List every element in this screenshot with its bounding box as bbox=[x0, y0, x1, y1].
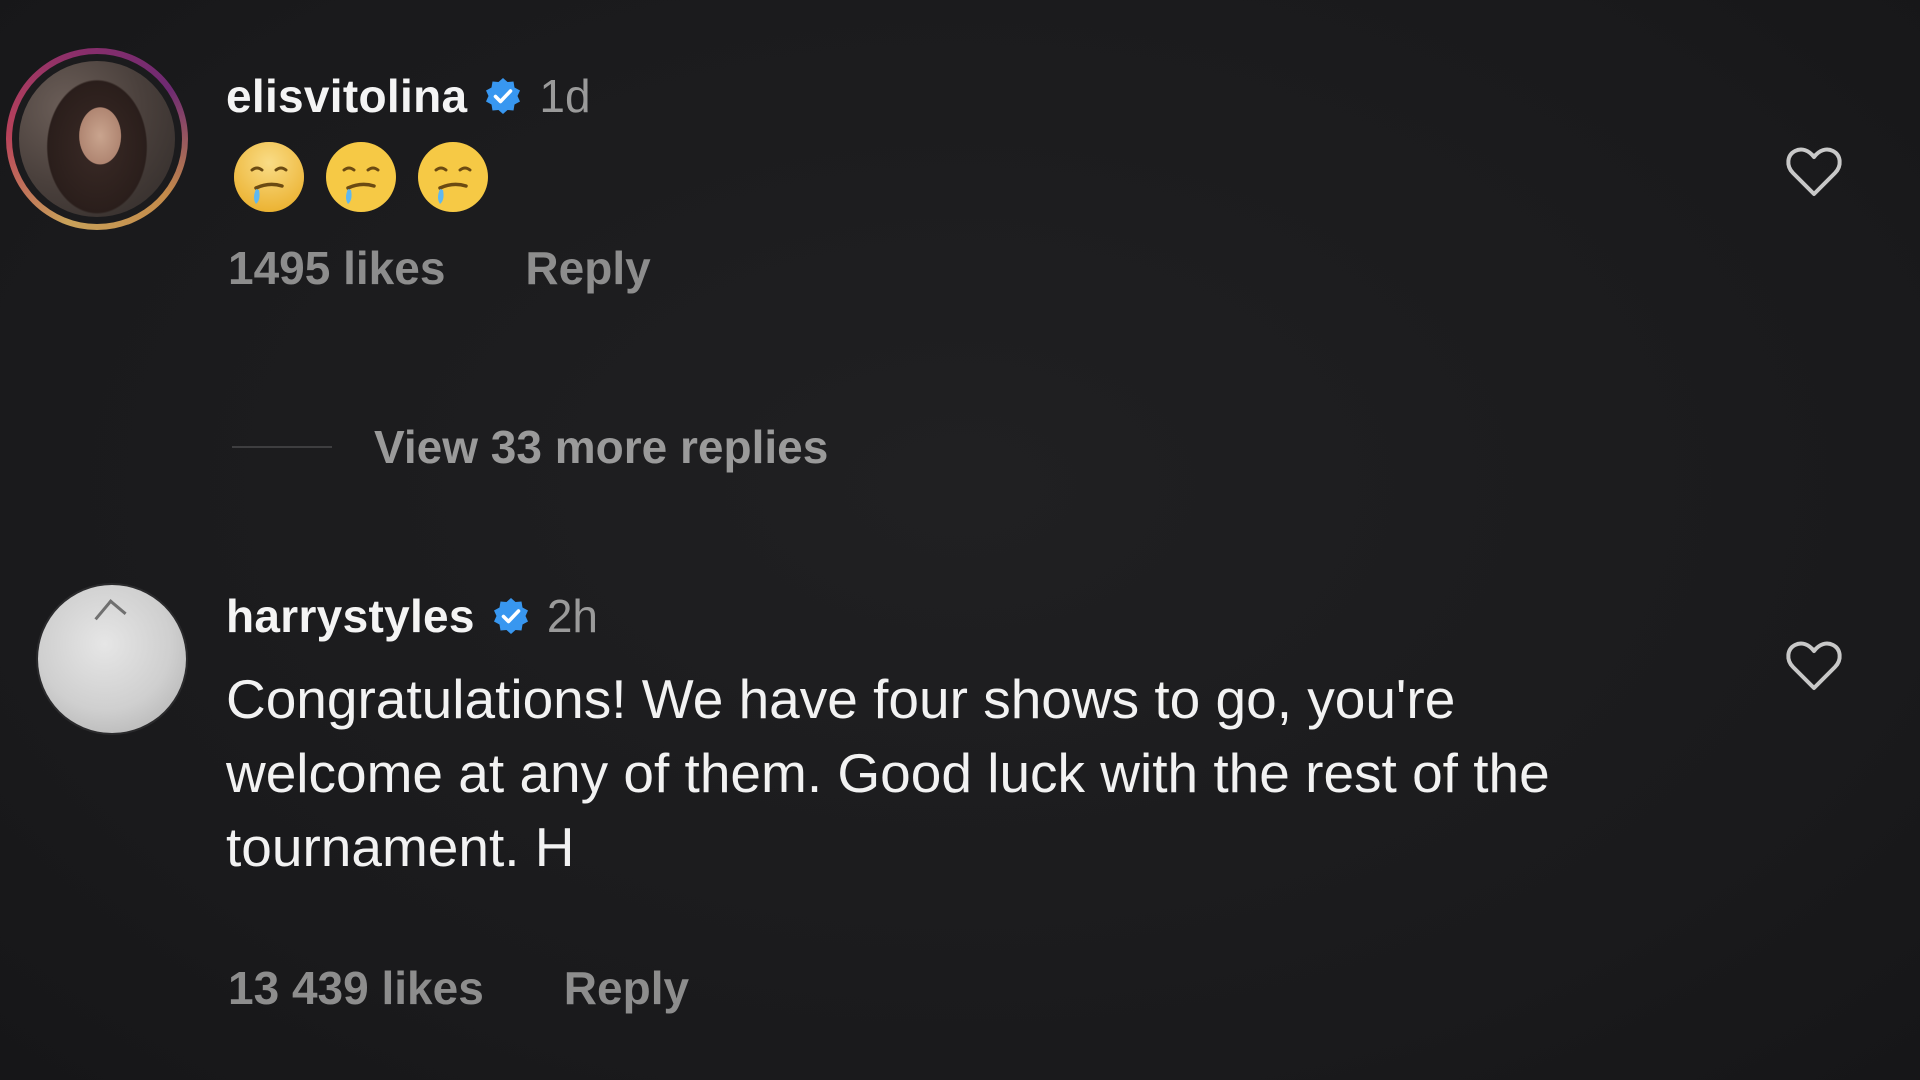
timestamp: 2h bbox=[546, 590, 598, 642]
comment-header: elisvitolina 1d bbox=[226, 66, 591, 126]
username[interactable]: harrystyles bbox=[226, 589, 475, 643]
likes-count[interactable]: 13 439 likes bbox=[228, 961, 484, 1015]
timestamp: 1d bbox=[539, 70, 591, 122]
username[interactable]: elisvitolina bbox=[226, 69, 467, 123]
verified-badge-icon bbox=[493, 598, 528, 634]
reply-button[interactable]: Reply bbox=[525, 241, 650, 295]
divider-line bbox=[232, 446, 332, 448]
comment-meta: 1495 likes Reply bbox=[228, 240, 651, 296]
comment-meta: 13 439 likes Reply bbox=[228, 960, 689, 1016]
drooling-face-icon bbox=[418, 142, 488, 212]
drooling-face-icon bbox=[326, 142, 396, 212]
drooling-face-icon bbox=[234, 142, 304, 212]
heart-outline-icon[interactable] bbox=[1784, 638, 1844, 694]
avatar-photo bbox=[19, 61, 175, 217]
comment-header: harrystyles 2h bbox=[226, 586, 598, 646]
likes-count[interactable]: 1495 likes bbox=[228, 241, 445, 295]
view-more-replies[interactable]: View 33 more replies bbox=[232, 417, 828, 477]
view-replies-label: View 33 more replies bbox=[374, 421, 829, 473]
reply-button[interactable]: Reply bbox=[564, 961, 689, 1015]
verified-badge-icon bbox=[486, 78, 521, 114]
avatar[interactable] bbox=[6, 48, 188, 230]
comment-text: Congratulations! We have four shows to g… bbox=[226, 668, 1550, 878]
heart-outline-icon[interactable] bbox=[1784, 144, 1844, 200]
comments-screen: elisvitolina 1d 1495 likes Reply View 33… bbox=[0, 0, 1920, 1080]
comment-emojis bbox=[232, 140, 490, 214]
avatar[interactable] bbox=[38, 585, 186, 733]
